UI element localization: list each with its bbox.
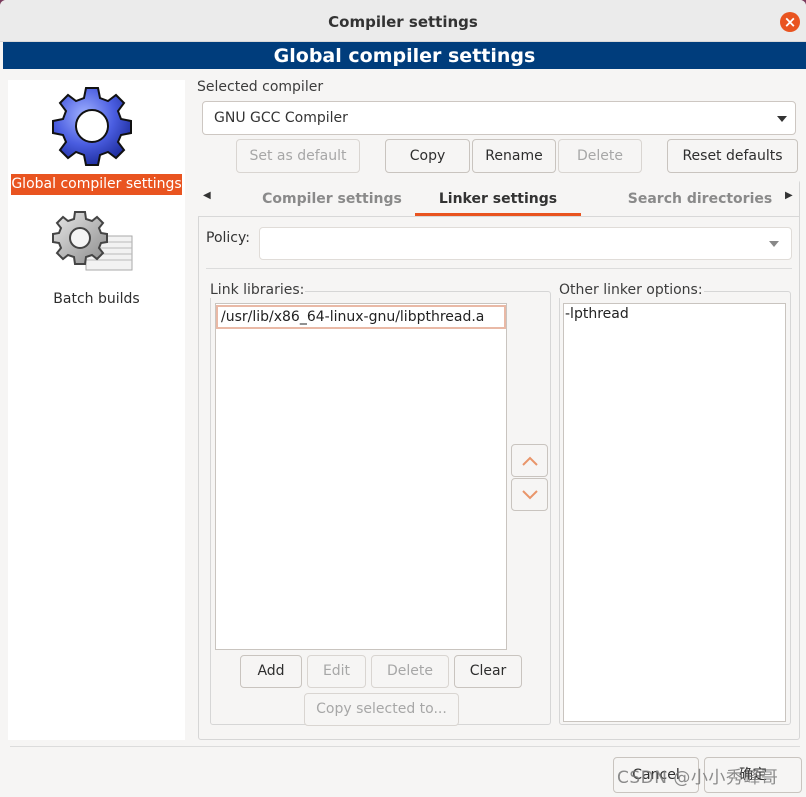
rename-compiler-button[interactable]: Rename [472, 139, 556, 173]
link-libraries-list[interactable]: /usr/lib/x86_64-linux-gnu/libpthread.a [215, 303, 507, 650]
edit-library-button[interactable]: Edit [307, 655, 366, 688]
compiler-settings-dialog: Compiler settings × Global compiler sett… [0, 0, 806, 797]
tab-search-directories[interactable]: Search directories [620, 180, 780, 217]
sidebar-item-label: Batch builds [53, 291, 140, 307]
selected-compiler-title: Selected compiler [196, 79, 325, 95]
divider [206, 268, 792, 269]
sidebar-item-batch-builds[interactable]: Batch builds [8, 208, 185, 312]
delete-library-button[interactable]: Delete [371, 655, 449, 688]
chevron-down-icon [777, 116, 787, 122]
policy-label: Policy: [206, 230, 250, 246]
copy-selected-to-button[interactable]: Copy selected to... [304, 693, 459, 726]
other-linker-options-title: Other linker options: [558, 282, 704, 298]
sidebar-item-global-compiler-settings[interactable]: Global compiler settings [8, 82, 185, 197]
move-up-button[interactable] [511, 444, 548, 477]
list-item[interactable]: /usr/lib/x86_64-linux-gnu/libpthread.a [216, 305, 506, 329]
chevron-up-icon [522, 456, 538, 466]
tab-compiler-settings[interactable]: Compiler settings [250, 180, 414, 217]
page-banner: Global compiler settings [3, 42, 806, 69]
other-linker-options-textarea[interactable]: -lpthread [563, 303, 786, 722]
window-title: Compiler settings [328, 13, 478, 31]
active-tab-indicator [415, 213, 581, 216]
tab-scroll-right-icon[interactable]: ▶ [785, 190, 793, 201]
watermark: CSDN @小小秀峰哥 [617, 768, 779, 788]
policy-select[interactable] [259, 227, 792, 260]
close-icon[interactable]: × [780, 12, 800, 32]
compiler-select[interactable]: GNU GCC Compiler [202, 101, 796, 135]
tab-scroll-left-icon[interactable]: ◀ [203, 190, 211, 201]
tab-linker-settings[interactable]: Linker settings [415, 180, 581, 217]
clear-libraries-button[interactable]: Clear [454, 655, 522, 688]
copy-compiler-button[interactable]: Copy [385, 139, 470, 173]
chevron-down-icon [769, 241, 779, 247]
gear-icon [52, 87, 132, 166]
sidebar-item-label: Global compiler settings [11, 174, 182, 195]
compiler-select-value: GNU GCC Compiler [214, 110, 348, 126]
chevron-down-icon [522, 490, 538, 500]
delete-compiler-button[interactable]: Delete [558, 139, 642, 173]
footer-divider [10, 746, 800, 747]
move-down-button[interactable] [511, 478, 548, 511]
batch-gear-icon [52, 211, 133, 271]
other-linker-options-value: -lpthread [565, 306, 629, 322]
list-item-label: /usr/lib/x86_64-linux-gnu/libpthread.a [221, 309, 485, 325]
reset-defaults-button[interactable]: Reset defaults [667, 139, 798, 173]
link-libraries-title: Link libraries: [209, 282, 306, 298]
add-library-button[interactable]: Add [240, 655, 302, 688]
set-as-default-button[interactable]: Set as default [236, 139, 360, 173]
